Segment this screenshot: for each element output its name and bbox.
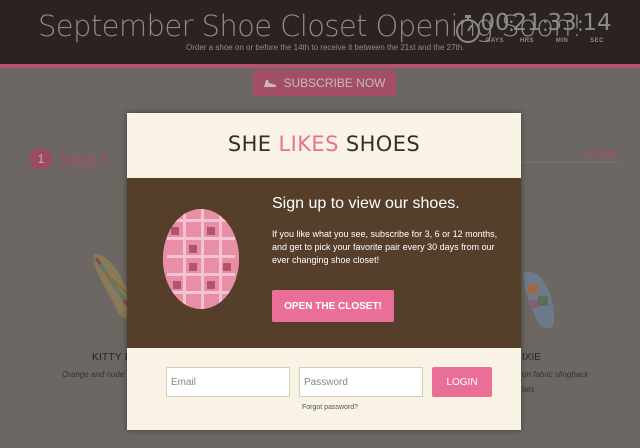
countdown-minutes: 33 MIN bbox=[543, 10, 581, 44]
page-subheadline: Order a shoe on or before the 14th to re… bbox=[186, 43, 465, 52]
forgot-password-link[interactable]: Forgot password? bbox=[302, 404, 358, 411]
countdown-seconds: 14 SEC bbox=[578, 10, 616, 44]
countdown-minutes-label: MIN bbox=[555, 38, 569, 44]
countdown-seconds-label: SEC bbox=[590, 38, 604, 44]
login-button[interactable]: LOGIN bbox=[432, 367, 492, 397]
items-divider bbox=[520, 162, 620, 163]
shoe-icon bbox=[263, 76, 277, 91]
countdown-hours-label: HRS bbox=[519, 38, 535, 44]
subscribe-button[interactable]: SUBSCRIBE NOW bbox=[253, 70, 396, 96]
countdown-seconds-value: 14 bbox=[582, 10, 612, 36]
modal-description: If you like what you see, subscribe for … bbox=[272, 229, 498, 265]
brand-word-3: SHOES bbox=[345, 132, 421, 156]
product-name-right[interactable]: IXIE bbox=[522, 352, 541, 363]
step-label: Step / bbox=[59, 150, 107, 170]
shoe-closet-image bbox=[163, 209, 239, 309]
password-field[interactable] bbox=[299, 367, 423, 397]
email-field[interactable] bbox=[166, 367, 290, 397]
step-number-badge: 1 bbox=[30, 148, 52, 170]
countdown-hours-value: 21 bbox=[512, 10, 542, 36]
brand-logo: SHE LIKES SHOES bbox=[127, 132, 521, 156]
open-closet-button[interactable]: OPEN THE CLOSET! bbox=[272, 290, 394, 322]
subscribe-button-label: SUBSCRIBE NOW bbox=[283, 76, 386, 90]
brand-word-1: SHE bbox=[227, 132, 272, 156]
brand-word-2: LIKES bbox=[278, 132, 339, 156]
modal-heading: Sign up to view our shoes. bbox=[272, 195, 460, 212]
product-image-right[interactable] bbox=[522, 266, 558, 330]
countdown-minutes-value: 33 bbox=[547, 10, 577, 36]
product-name-left[interactable]: KITTY F bbox=[92, 352, 131, 363]
product-desc-right-line1: on fabric slingback bbox=[522, 370, 589, 379]
product-desc-right-line2: lats bbox=[522, 385, 535, 394]
items-count: 5 ITEMS bbox=[584, 150, 616, 159]
product-desc-left: Orange and nude k bbox=[62, 370, 131, 379]
countdown-hours: 21 HRS bbox=[508, 10, 546, 44]
signup-modal: SHE LIKES SHOES Sign up to view our shoe… bbox=[127, 113, 521, 430]
